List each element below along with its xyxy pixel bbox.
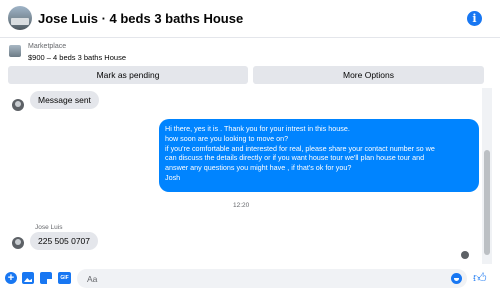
message-line: Josh <box>165 172 181 182</box>
conversation-header: Jose Luis · 4 beds 3 baths House i <box>0 0 500 38</box>
scrollbar-thumb[interactable] <box>484 150 490 255</box>
message-composer: + GIF 👍︎ <box>0 264 500 293</box>
conversation-title[interactable]: Jose Luis · 4 beds 3 baths House <box>38 11 243 26</box>
contact-avatar[interactable] <box>12 99 24 111</box>
gif-icon[interactable]: GIF <box>58 272 71 284</box>
mark-as-pending-button[interactable]: Mark as pending <box>8 66 248 84</box>
plus-icon[interactable]: + <box>5 272 17 284</box>
incoming-message-bubble[interactable]: 225 505 0707 <box>30 232 98 250</box>
photo-icon[interactable] <box>22 272 34 284</box>
incoming-message-bubble[interactable]: Message sent <box>30 91 99 109</box>
message-line: can discuss the details directly or if y… <box>165 153 425 163</box>
thumbs-up-icon[interactable]: 👍︎ <box>473 271 487 284</box>
read-receipt-avatar <box>461 251 469 259</box>
sender-name: Jose Luis <box>35 224 63 231</box>
listing-avatar[interactable] <box>8 6 32 30</box>
listing-category: Marketplace <box>28 43 67 50</box>
info-icon[interactable]: i <box>467 11 482 26</box>
message-line: if you're comfortable and interested for… <box>165 143 435 153</box>
message-line: answer any questions you might have , if… <box>165 163 352 173</box>
message-input[interactable] <box>77 269 467 288</box>
sticker-icon[interactable] <box>40 272 52 284</box>
message-timestamp: 12:20 <box>233 202 250 209</box>
outgoing-message-bubble[interactable]: Hi there, yes it is . Thank you for your… <box>159 119 479 192</box>
more-options-button[interactable]: More Options <box>253 66 484 84</box>
message-line: Hi there, yes it is . Thank you for your… <box>165 124 350 133</box>
contact-avatar[interactable] <box>12 237 24 249</box>
listing-title[interactable]: $900 – 4 beds 3 baths House <box>28 53 126 62</box>
emoji-icon[interactable] <box>451 273 462 284</box>
listing-thumbnail[interactable] <box>9 45 21 57</box>
message-line: how soon are you looking to move on? <box>165 133 289 143</box>
